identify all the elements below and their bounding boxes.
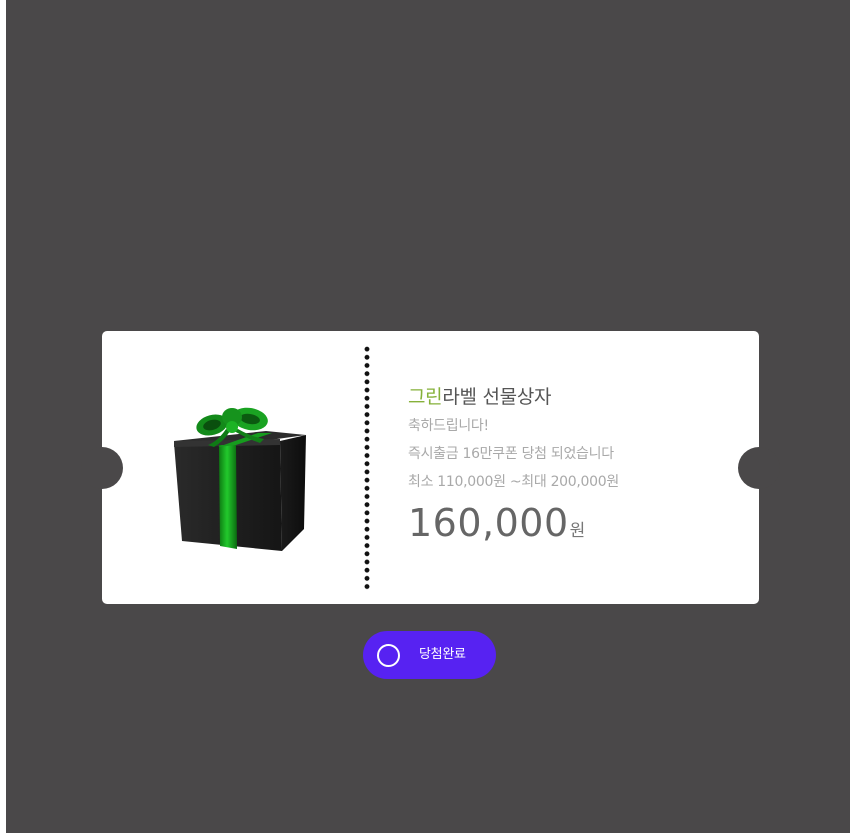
coupon-info: 그린라벨 선물상자 축하드립니다! 즉시출금 16만쿠폰 당첨 되었습니다 최소…	[408, 383, 748, 546]
win-complete-button[interactable]: 당첨완료	[363, 631, 496, 679]
circle-icon	[377, 644, 400, 667]
ticket-perforation	[364, 345, 370, 590]
coupon-amount: 160,000원	[408, 500, 748, 546]
coupon-message: 축하드립니다!	[408, 418, 489, 434]
coupon-detail: 즉시출금 16만쿠폰 당첨 되었습니다	[408, 446, 614, 462]
coupon-amount-value: 160,000	[408, 501, 569, 545]
coupon-ticket: 그린라벨 선물상자 축하드립니다! 즉시출금 16만쿠폰 당첨 되었습니다 최소…	[81, 331, 780, 604]
win-complete-label: 당첨완료	[419, 647, 466, 662]
coupon-title-rest: 라벨 선물상자	[442, 386, 552, 408]
coupon-amount-unit: 원	[569, 521, 586, 541]
coupon-range: 최소 110,000원 ~최대 200,000원	[408, 474, 619, 490]
coupon-title: 그린라벨 선물상자	[408, 383, 748, 411]
ticket-notch-left	[81, 447, 123, 489]
gift-box-icon	[168, 401, 312, 561]
coupon-title-brand: 그린	[408, 386, 443, 408]
